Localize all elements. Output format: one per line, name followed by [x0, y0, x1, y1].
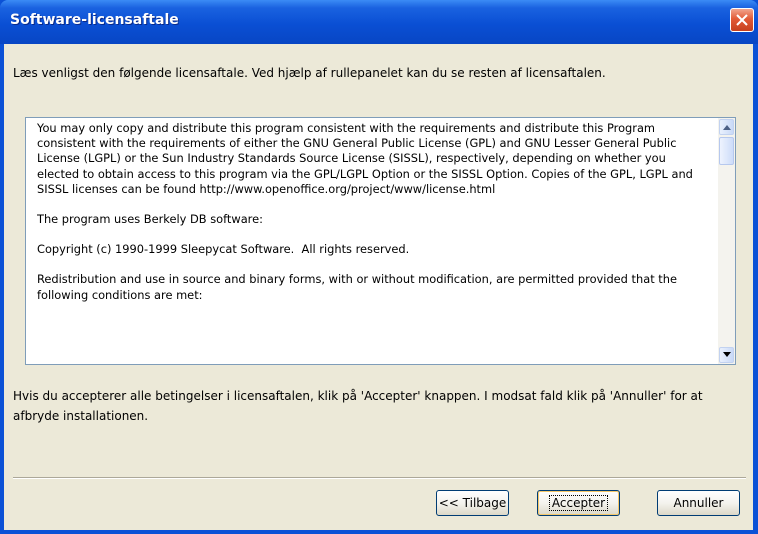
- arrow-up-icon: [723, 125, 731, 130]
- scroll-down-button[interactable]: [719, 347, 734, 363]
- accept-button-label: Accepter: [548, 495, 609, 511]
- scroll-up-button[interactable]: [719, 119, 734, 135]
- back-button[interactable]: << Tilbage: [436, 490, 509, 516]
- arrow-down-icon: [723, 352, 731, 357]
- license-content: You may only copy and distribute this pr…: [37, 121, 705, 363]
- accept-instructions: Hvis du accepterer alle betingelser i li…: [13, 389, 703, 423]
- close-icon: [736, 14, 748, 26]
- close-button[interactable]: [730, 8, 754, 32]
- accept-button[interactable]: Accepter: [537, 490, 620, 516]
- separator: [13, 477, 746, 479]
- license-paragraph: Copyright (c) 1990-1999 Sleepycat Softwa…: [37, 242, 410, 257]
- license-text-area[interactable]: You may only copy and distribute this pr…: [25, 117, 736, 365]
- dialog-body: Læs venligst den følgende licensaftale. …: [4, 44, 753, 530]
- license-dialog: Software-licensaftale Læs venligst den f…: [0, 0, 758, 534]
- vertical-scrollbar[interactable]: [718, 118, 735, 364]
- license-paragraph: Redistribution and use in source and bin…: [37, 272, 681, 302]
- scroll-thumb[interactable]: [719, 137, 734, 165]
- license-paragraph: The program uses Berkely DB software:: [37, 212, 263, 227]
- instruction-text: Læs venligst den følgende licensaftale. …: [13, 66, 606, 80]
- title-bar[interactable]: Software-licensaftale: [0, 0, 758, 44]
- window-title: Software-licensaftale: [10, 12, 179, 28]
- license-paragraph: You may only copy and distribute this pr…: [37, 121, 697, 196]
- cancel-button[interactable]: Annuller: [657, 490, 740, 516]
